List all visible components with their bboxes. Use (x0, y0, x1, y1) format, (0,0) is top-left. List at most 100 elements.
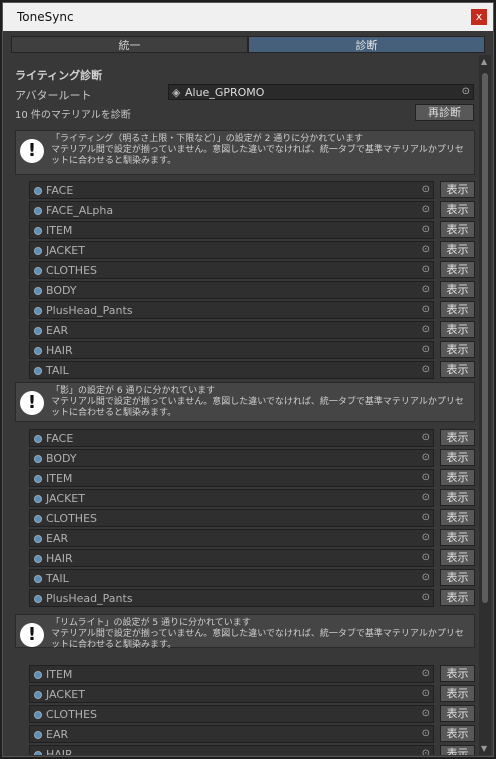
object-picker-icon[interactable]: ⊙ (422, 512, 430, 523)
object-picker-icon[interactable]: ⊙ (422, 472, 430, 483)
object-picker-icon[interactable]: ⊙ (422, 552, 430, 563)
object-picker-icon[interactable]: ⊙ (422, 532, 430, 543)
material-field[interactable]: BODY ⊙ (29, 449, 434, 467)
material-field[interactable]: ITEM ⊙ (29, 221, 434, 239)
object-picker-icon[interactable]: ⊙ (422, 344, 430, 355)
object-picker-icon[interactable]: ⊙ (422, 452, 430, 463)
vertical-scrollbar[interactable]: ▲ ▼ (479, 55, 491, 755)
material-field[interactable]: PlusHead_Pants ⊙ (29, 589, 434, 607)
material-field[interactable]: CLOTHES ⊙ (29, 261, 434, 279)
material-field[interactable]: CLOTHES ⊙ (29, 509, 434, 527)
material-icon (34, 495, 42, 503)
material-row: EAR ⊙ 表示 (29, 321, 475, 339)
tab-unify[interactable]: 統一 (11, 36, 248, 53)
avatar-root-field[interactable]: ◈ Alue_GPROMO ⊙ (168, 84, 474, 100)
material-field[interactable]: ITEM ⊙ (29, 469, 434, 487)
material-field[interactable]: JACKET ⊙ (29, 489, 434, 507)
object-picker-icon[interactable]: ⊙ (422, 492, 430, 503)
object-picker-icon[interactable]: ⊙ (422, 204, 430, 215)
title-bar: ToneSync x (3, 3, 493, 31)
show-button[interactable]: 表示 (440, 429, 475, 446)
material-name: HAIR (46, 748, 73, 755)
show-button[interactable]: 表示 (440, 549, 475, 566)
show-button[interactable]: 表示 (440, 665, 475, 682)
material-row: ITEM ⊙ 表示 (29, 665, 475, 683)
material-row: TAIL ⊙ 表示 (29, 361, 475, 379)
material-field[interactable]: FACE_ALpha ⊙ (29, 201, 434, 219)
material-field[interactable]: HAIR ⊙ (29, 745, 434, 755)
scrollbar-thumb[interactable] (482, 73, 488, 603)
show-button[interactable]: 表示 (440, 301, 475, 318)
show-button[interactable]: 表示 (440, 181, 475, 198)
material-field[interactable]: HAIR ⊙ (29, 341, 434, 359)
material-field[interactable]: CLOTHES ⊙ (29, 705, 434, 723)
object-picker-icon[interactable]: ⊙ (422, 708, 430, 719)
scroll-down-arrow-icon[interactable]: ▼ (481, 744, 487, 753)
material-icon (34, 327, 42, 335)
show-button[interactable]: 表示 (440, 449, 475, 466)
object-picker-icon[interactable]: ⊙ (422, 264, 430, 275)
show-button[interactable]: 表示 (440, 745, 475, 755)
material-name: CLOTHES (46, 708, 97, 721)
object-picker-icon[interactable]: ⊙ (422, 668, 430, 679)
rediagnose-button[interactable]: 再診断 (415, 104, 474, 121)
object-picker-icon[interactable]: ⊙ (422, 304, 430, 315)
material-field[interactable]: ITEM ⊙ (29, 665, 434, 683)
object-picker-icon[interactable]: ⊙ (422, 244, 430, 255)
object-picker-icon[interactable]: ⊙ (422, 224, 430, 235)
close-button[interactable]: x (471, 9, 487, 25)
object-picker-icon[interactable]: ⊙ (422, 688, 430, 699)
object-picker-icon[interactable]: ⊙ (422, 748, 430, 755)
object-picker-icon[interactable]: ⊙ (422, 284, 430, 295)
material-field[interactable]: JACKET ⊙ (29, 685, 434, 703)
object-picker-icon[interactable]: ⊙ (462, 86, 470, 97)
material-field[interactable]: FACE ⊙ (29, 181, 434, 199)
object-picker-icon[interactable]: ⊙ (422, 592, 430, 603)
show-button[interactable]: 表示 (440, 469, 475, 486)
show-button[interactable]: 表示 (440, 241, 475, 258)
show-button[interactable]: 表示 (440, 221, 475, 238)
material-row: FACE_ALpha ⊙ 表示 (29, 201, 475, 219)
tab-diagnose[interactable]: 診断 (248, 36, 485, 53)
show-button[interactable]: 表示 (440, 685, 475, 702)
show-button[interactable]: 表示 (440, 529, 475, 546)
material-field[interactable]: EAR ⊙ (29, 321, 434, 339)
show-button[interactable]: 表示 (440, 705, 475, 722)
show-button[interactable]: 表示 (440, 361, 475, 378)
show-button[interactable]: 表示 (440, 589, 475, 606)
material-field[interactable]: TAIL ⊙ (29, 361, 434, 379)
object-picker-icon[interactable]: ⊙ (422, 432, 430, 443)
window-title: ToneSync (17, 10, 74, 24)
show-button[interactable]: 表示 (440, 201, 475, 218)
show-button[interactable]: 表示 (440, 489, 475, 506)
material-row: CLOTHES ⊙ 表示 (29, 705, 475, 723)
material-field[interactable]: JACKET ⊙ (29, 241, 434, 259)
show-button[interactable]: 表示 (440, 341, 475, 358)
material-name: ITEM (46, 472, 73, 485)
show-button[interactable]: 表示 (440, 281, 475, 298)
material-row: HAIR ⊙ 表示 (29, 745, 475, 755)
object-picker-icon[interactable]: ⊙ (422, 728, 430, 739)
material-field[interactable]: EAR ⊙ (29, 725, 434, 743)
material-field[interactable]: TAIL ⊙ (29, 569, 434, 587)
object-picker-icon[interactable]: ⊙ (422, 572, 430, 583)
material-field[interactable]: HAIR ⊙ (29, 549, 434, 567)
object-picker-icon[interactable]: ⊙ (422, 364, 430, 375)
scroll-up-arrow-icon[interactable]: ▲ (481, 57, 487, 66)
object-picker-icon[interactable]: ⊙ (422, 184, 430, 195)
material-field[interactable]: FACE ⊙ (29, 429, 434, 447)
material-icon (34, 535, 42, 543)
material-row: HAIR ⊙ 表示 (29, 549, 475, 567)
material-icon (34, 575, 42, 583)
material-field[interactable]: BODY ⊙ (29, 281, 434, 299)
show-button[interactable]: 表示 (440, 321, 475, 338)
show-button[interactable]: 表示 (440, 261, 475, 278)
material-name: PlusHead_Pants (46, 304, 133, 317)
material-field[interactable]: EAR ⊙ (29, 529, 434, 547)
object-picker-icon[interactable]: ⊙ (422, 324, 430, 335)
show-button[interactable]: 表示 (440, 725, 475, 742)
show-button[interactable]: 表示 (440, 569, 475, 586)
material-field[interactable]: PlusHead_Pants ⊙ (29, 301, 434, 319)
material-name: TAIL (46, 364, 69, 377)
show-button[interactable]: 表示 (440, 509, 475, 526)
